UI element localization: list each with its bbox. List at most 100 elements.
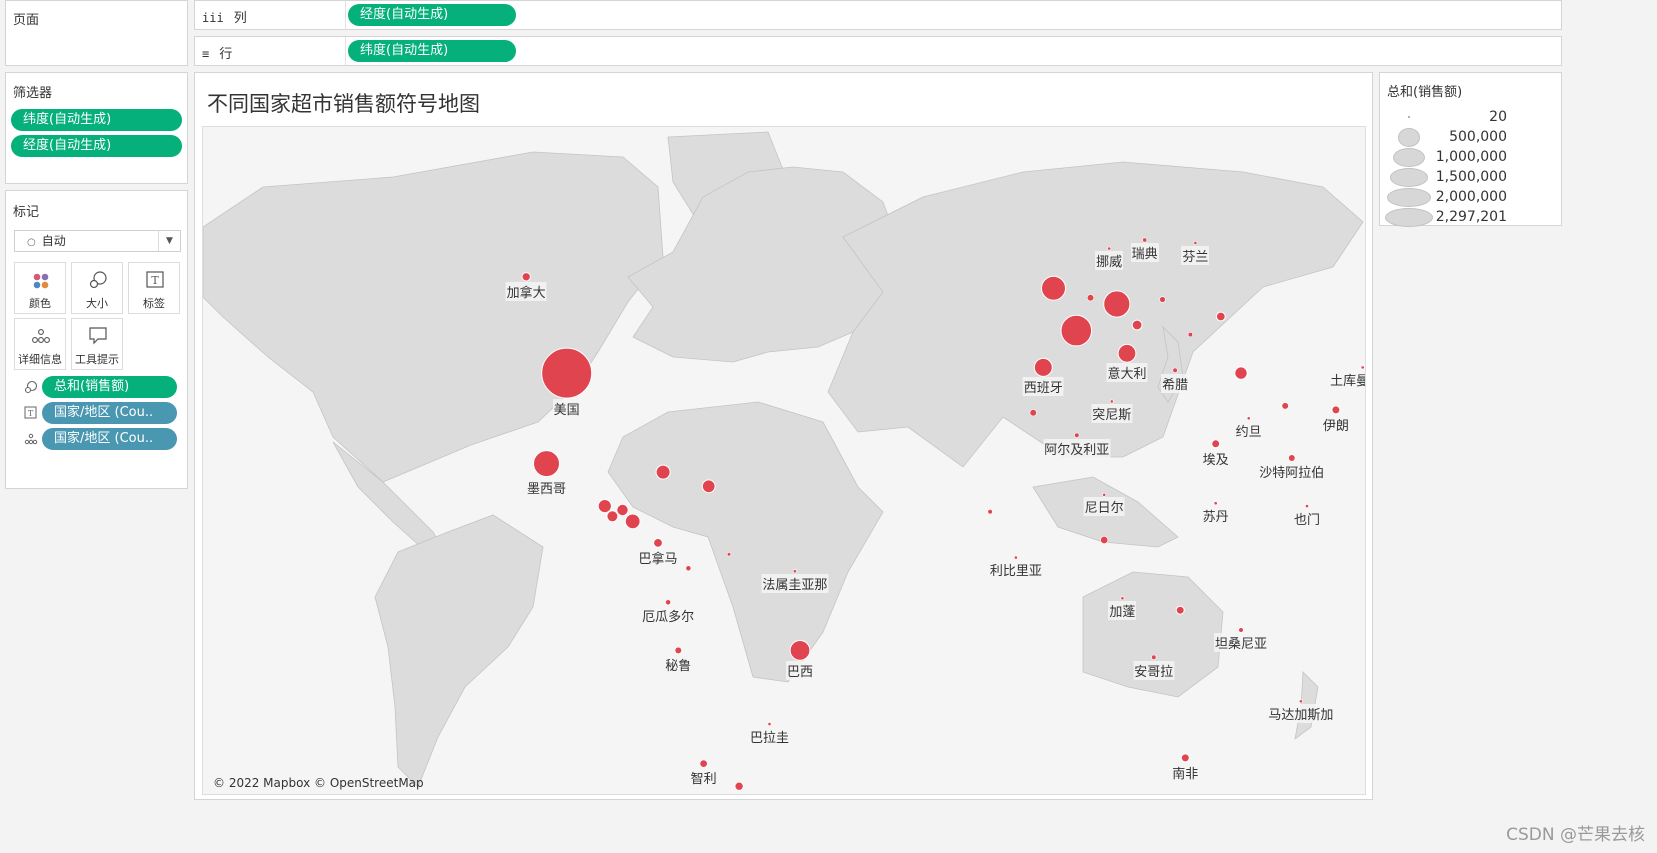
legend-value: 20 [1489,109,1507,125]
country-label: 南非 [1171,763,1200,782]
color-dots-icon [33,273,49,289]
color-button[interactable]: 颜色 [14,262,66,314]
rows-shelf[interactable]: ≡ 行 纬度(自动生成) [194,36,1562,66]
size-button-label: 大小 [86,297,108,310]
country-label: 美国 [552,399,581,419]
legend-row: 1,500,000 [1380,167,1562,187]
country-label: 瑞典 [1130,243,1159,263]
filters-shelf[interactable]: 筛选器 纬度(自动生成) 经度(自动生成) [5,72,188,184]
country-label: 秘鲁 [664,654,693,674]
view-title: 不同国家超市销售额符号地图 [207,92,480,116]
rows-pill-latitude[interactable]: 纬度(自动生成) [348,40,516,62]
legend-title: 总和(销售额) [1387,85,1463,100]
rows-divider [345,37,346,66]
country-label: 希腊 [1161,373,1190,393]
size-circles-icon [89,271,107,289]
filters-shelf-title: 筛选器 [13,86,53,101]
country-label: 厄瓜多尔 [641,605,696,625]
filter-pill-latitude[interactable]: 纬度(自动生成) [11,109,182,131]
rows-shelf-text: 行 [219,47,233,62]
mark-pill-country-label[interactable]: 国家/地区 (Cou.. [42,402,177,424]
country-label: 阿尔及利亚 [1043,438,1111,458]
country-label: 埃及 [1201,448,1230,468]
country-label: 突尼斯 [1091,404,1133,423]
tooltip-button[interactable]: 工具提示 [71,318,123,370]
country-label: 马达加斯加 [1267,703,1335,723]
country-label: 墨西哥 [525,477,568,497]
label-button-label: 标签 [143,297,165,310]
country-label: 西班牙 [1022,377,1064,397]
chevron-down-icon[interactable]: ▼ [158,231,180,251]
label-icon: T [24,406,37,419]
size-icon [24,380,38,394]
mark-field-size[interactable]: 总和(销售额) [22,375,182,399]
country-label: 苏丹 [1201,505,1230,525]
detail-button-label: 详细信息 [18,353,62,366]
country-label: 巴西 [785,661,815,681]
columns-pill-longitude[interactable]: 经度(自动生成) [348,4,516,26]
mark-pill-sales-sum[interactable]: 总和(销售额) [42,376,177,398]
country-label: 安哥拉 [1133,660,1175,680]
mark-type-value: 自动 [41,234,66,248]
country-label: 挪威 [1095,251,1124,271]
legend-value: 1,000,000 [1435,149,1507,165]
legend-row: 2,297,201 [1380,207,1562,227]
svg-text:T: T [28,409,34,418]
country-label: 加拿大 [505,282,547,302]
legend-entries: 20 500,000 1,000,000 1,500,000 2,000,000 2,29… [1380,107,1562,227]
legend-value: 2,000,000 [1435,189,1507,205]
legend-bubble [1397,127,1421,147]
country-labels: 美国墨西哥 加拿大巴拿马厄瓜多尔 法属圭亚那秘鲁 巴西智利 巴拉圭阿根廷 意大利西班牙 瑞典… [203,127,1365,794]
text-label-icon: T [146,271,164,288]
country-label: 也门 [1292,508,1322,528]
filter-pill-longitude[interactable]: 经度(自动生成) [11,135,182,157]
svg-text:T: T [151,274,159,287]
mark-field-label[interactable]: T 国家/地区 (Cou.. [22,401,182,425]
country-label: 智利 [689,768,718,788]
country-label: 阿根廷 [718,791,760,794]
detail-dots-icon [32,329,50,343]
legend-row: 2,000,000 [1380,187,1562,207]
country-label: 加蓬 [1108,600,1137,620]
detail-button[interactable]: 详细信息 [14,318,66,370]
country-label: 意大利 [1106,363,1148,383]
mark-type-dropdown[interactable]: ○ 自动 ▼ [14,230,181,252]
legend-bubble [1393,147,1425,167]
map-attribution[interactable]: © 2022 Mapbox © OpenStreetMap [213,776,424,790]
country-label: 土库曼斯坦 [1329,370,1365,389]
country-label: 沙特阿拉伯 [1258,462,1326,482]
legend-bubble [1386,187,1432,207]
marks-card: 标记 ○ 自动 ▼ 颜色 大小 T 标签 详细信息 工具提示 总和(销售额) T… [5,190,188,489]
country-label: 尼日尔 [1083,497,1125,517]
legend-bubble [1385,207,1433,227]
columns-divider [345,1,346,30]
columns-shelf[interactable]: iii 列 经度(自动生成) [194,0,1562,30]
mark-pill-country-detail[interactable]: 国家/地区 (Cou.. [42,428,177,450]
view-panel: 不同国家超市销售额符号地图 美国 墨西哥 加拿大 巴拿马 厄瓜多尔 法属圭亚那 … [194,72,1373,800]
rows-shelf-label: ≡ 行 [202,43,232,62]
size-button[interactable]: 大小 [71,262,123,314]
legend-row: 20 [1380,107,1562,127]
color-button-label: 颜色 [29,297,51,310]
size-legend[interactable]: 总和(销售额) 20 500,000 1,000,000 1,500,000 2,000… [1379,72,1562,227]
country-label: 巴拿马 [637,548,679,568]
legend-bubble [1407,115,1411,119]
country-label: 约旦 [1234,421,1263,440]
legend-row: 1,000,000 [1380,147,1562,167]
legend-value: 1,500,000 [1435,169,1507,185]
watermark: CSDN @芒果去核 [1506,825,1645,845]
tooltip-bubble-icon [89,327,107,345]
tooltip-button-label: 工具提示 [75,353,119,366]
country-label: 巴拉圭 [748,726,791,746]
tableau-workspace: 页面 iii 列 经度(自动生成) ≡ 行 纬度(自动生成) 筛选器 纬度(自动生成… [0,0,1657,853]
country-label: 法属圭亚那 [761,573,829,593]
country-label: 芬兰 [1181,245,1210,265]
label-button[interactable]: T 标签 [128,262,180,314]
legend-value: 2,297,201 [1435,209,1507,225]
columns-shelf-text: 列 [233,11,247,26]
pages-shelf[interactable]: 页面 [5,0,188,66]
map-area[interactable]: 美国墨西哥 加拿大巴拿马厄瓜多尔 法属圭亚那秘鲁 巴西智利 巴拉圭阿根廷 意大利西班牙 瑞典… [202,126,1366,795]
mark-field-detail[interactable]: 国家/地区 (Cou.. [22,427,182,451]
detail-icon [24,433,38,445]
legend-bubble [1389,167,1429,187]
